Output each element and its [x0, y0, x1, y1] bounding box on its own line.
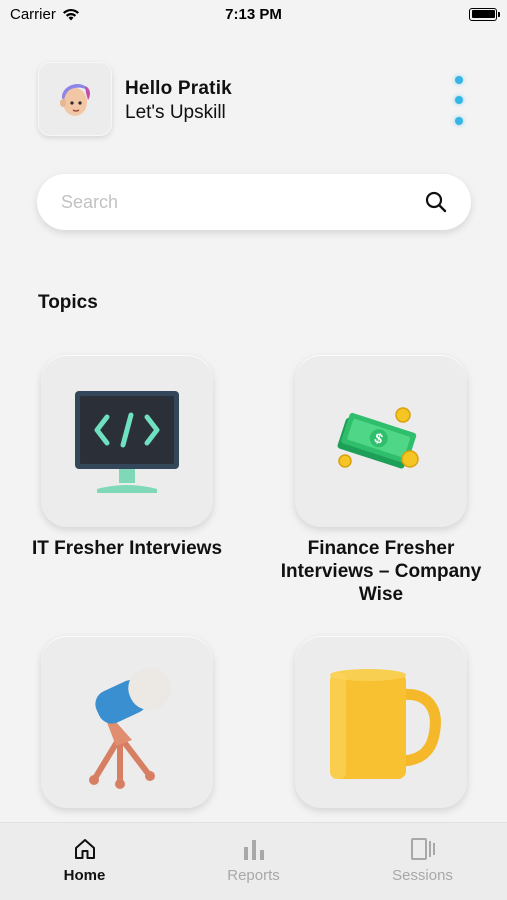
greeting-name: Hello Pratik [125, 78, 232, 99]
tab-sessions[interactable]: Sessions [363, 837, 483, 884]
search-input[interactable] [61, 191, 425, 213]
tab-home[interactable]: Home [25, 837, 145, 884]
dot-icon [455, 117, 463, 125]
topic-label: IT Fresher Interviews [31, 538, 223, 559]
topic-label: Finance Fresher Interviews – Company Wis… [280, 538, 482, 605]
topic-card[interactable] [41, 636, 213, 808]
avatar-icon [60, 84, 90, 116]
tab-label: Sessions [392, 867, 453, 884]
greeting-block: Hello Pratik Let's Upskill [125, 78, 232, 124]
bottom-tab-bar: Home Reports Sessions [0, 822, 507, 900]
status-left: Carrier [10, 6, 80, 23]
dot-icon [455, 76, 463, 84]
greeting-subtitle: Let's Upskill [125, 102, 226, 123]
bar-chart-icon [243, 840, 264, 860]
avatar[interactable] [38, 62, 112, 136]
topic-third[interactable] [12, 636, 242, 818]
more-menu-button[interactable] [452, 72, 466, 132]
topic-card[interactable]: $ [295, 355, 467, 527]
search-icon[interactable] [425, 191, 447, 213]
topic-it-fresher[interactable]: IT Fresher Interviews [12, 355, 242, 560]
tab-label: Home [63, 867, 106, 884]
home-icon [74, 839, 95, 859]
tab-reports[interactable]: Reports [194, 837, 314, 884]
topic-fourth[interactable] [266, 636, 496, 818]
topic-finance-fresher[interactable]: $ Finance Fresher Interviews – Company W… [266, 355, 496, 606]
monitor-code-icon [75, 391, 179, 493]
money-stack-icon: $ [337, 407, 419, 469]
sessions-icon [410, 838, 435, 860]
topic-card[interactable] [41, 355, 213, 527]
topics-heading: Topics [38, 292, 98, 313]
search-bar[interactable] [37, 174, 471, 230]
header: Hello Pratik Let's Upskill [38, 62, 478, 140]
wifi-icon [62, 8, 79, 20]
tab-label: Reports [227, 867, 280, 884]
topic-card[interactable] [295, 636, 467, 808]
dot-icon [455, 96, 463, 104]
battery-icon [469, 7, 500, 21]
microphone-icon [89, 667, 171, 789]
carrier-label: Carrier [10, 5, 56, 23]
status-bar: Carrier 7:13 PM [0, 0, 507, 28]
mug-icon [330, 669, 441, 779]
